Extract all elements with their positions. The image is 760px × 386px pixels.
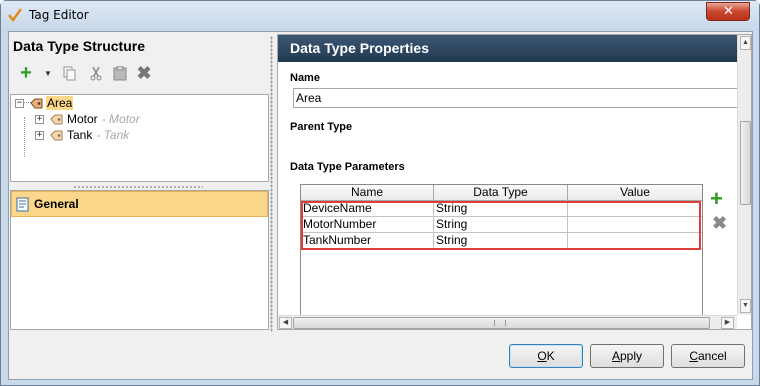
structure-header: Data Type Structure (13, 38, 145, 54)
expand-icon[interactable]: + (35, 114, 44, 124)
ok-button[interactable]: OK (509, 344, 583, 368)
scroll-down-icon[interactable]: ▼ (740, 299, 751, 313)
title-bar[interactable]: Tag Editor ✕ (1, 1, 759, 31)
grip-icon (494, 320, 506, 326)
dialog-body: Data Type Structure + ▼ ✖ − Area + Motor… (8, 31, 753, 380)
mnemonic: C (689, 349, 698, 363)
structure-tree: − Area + Motor - Motor + Tank - Tank (10, 94, 269, 182)
table-cell[interactable]: MotorNumber (301, 217, 434, 233)
tag-icon (30, 98, 43, 108)
table-cell[interactable]: TankNumber (301, 233, 434, 249)
close-button[interactable]: ✕ (706, 2, 750, 21)
tree-item-label: Area (46, 96, 74, 110)
close-icon: ✕ (723, 4, 734, 19)
tree-connector (24, 117, 25, 157)
button-label: ancel (697, 349, 727, 363)
mnemonic: O (537, 349, 547, 363)
tree-item-tank[interactable]: + Tank - Tank (35, 127, 129, 143)
table-cell[interactable] (568, 233, 702, 249)
category-item-general[interactable]: General (11, 191, 268, 217)
table-cell[interactable]: DeviceName (301, 201, 434, 217)
category-list: General (10, 190, 269, 330)
parameters-label: Data Type Parameters (290, 161, 405, 173)
tag-icon (50, 114, 63, 124)
tree-item-subtitle: - Motor (101, 112, 140, 126)
window-title: Tag Editor (29, 8, 89, 22)
column-header-name[interactable]: Name (301, 185, 434, 201)
category-label: General (34, 197, 79, 211)
tree-item-subtitle: - Tank (96, 128, 130, 142)
scroll-left-icon[interactable]: ◀ (279, 317, 292, 329)
name-label: Name (290, 72, 320, 84)
vertical-scrollbar[interactable]: ▲ ▼ (737, 35, 751, 315)
column-header-data-type[interactable]: Data Type (434, 185, 568, 201)
apply-button[interactable]: Apply (590, 344, 664, 368)
scroll-thumb[interactable] (740, 121, 751, 205)
document-icon (16, 197, 29, 211)
button-label: K (546, 349, 555, 363)
horizontal-scrollbar[interactable]: ◀ ▶ (278, 315, 737, 329)
table-cell[interactable]: String (434, 233, 568, 249)
column-header-value[interactable]: Value (568, 185, 702, 201)
structure-toolbar: + ▼ ✖ (13, 63, 273, 84)
properties-header: Data Type Properties (278, 35, 738, 62)
add-parameter-icon[interactable]: + (710, 188, 723, 210)
name-field[interactable] (293, 88, 738, 108)
x-icon[interactable]: ✖ (135, 63, 153, 83)
add-icon[interactable]: + (17, 63, 35, 83)
tag-editor-window: Tag Editor ✕ Data Type Structure + ▼ ✖ −… (0, 0, 760, 386)
mnemonic: A (611, 349, 620, 363)
button-label: pply (620, 349, 643, 363)
cancel-button[interactable]: Cancel (671, 344, 745, 368)
checkmark-pen-icon (8, 8, 23, 23)
table-cell[interactable]: String (434, 217, 568, 233)
tree-item-motor[interactable]: + Motor - Motor (35, 111, 140, 127)
expand-icon[interactable]: + (35, 130, 44, 140)
parameters-table: Name Data Type Value DeviceName String M… (300, 184, 703, 320)
scissors-icon[interactable] (87, 64, 105, 82)
tree-item-label: Tank (67, 128, 93, 142)
tree-item-label: Motor (67, 112, 98, 126)
horizontal-splitter[interactable] (73, 185, 203, 189)
chevron-down-icon[interactable]: ▼ (43, 64, 53, 82)
collapse-icon[interactable]: − (15, 98, 24, 108)
vertical-splitter[interactable] (270, 36, 273, 332)
scroll-up-icon[interactable]: ▲ (740, 36, 751, 50)
table-cell[interactable]: String (434, 201, 568, 217)
table-cell[interactable] (568, 217, 702, 233)
tree-item-area[interactable]: − Area (15, 95, 74, 111)
parent-type-label: Parent Type (290, 121, 353, 133)
scroll-thumb[interactable] (293, 317, 710, 329)
table-cell[interactable] (568, 201, 702, 217)
properties-panel: Data Type Properties Name Parent Type Da… (277, 34, 752, 330)
remove-parameter-icon[interactable]: ✖ (712, 213, 727, 234)
copy-icon[interactable] (61, 64, 79, 82)
tag-icon (50, 130, 63, 140)
clipboard-icon[interactable] (111, 64, 129, 82)
scroll-right-icon[interactable]: ▶ (721, 317, 734, 329)
